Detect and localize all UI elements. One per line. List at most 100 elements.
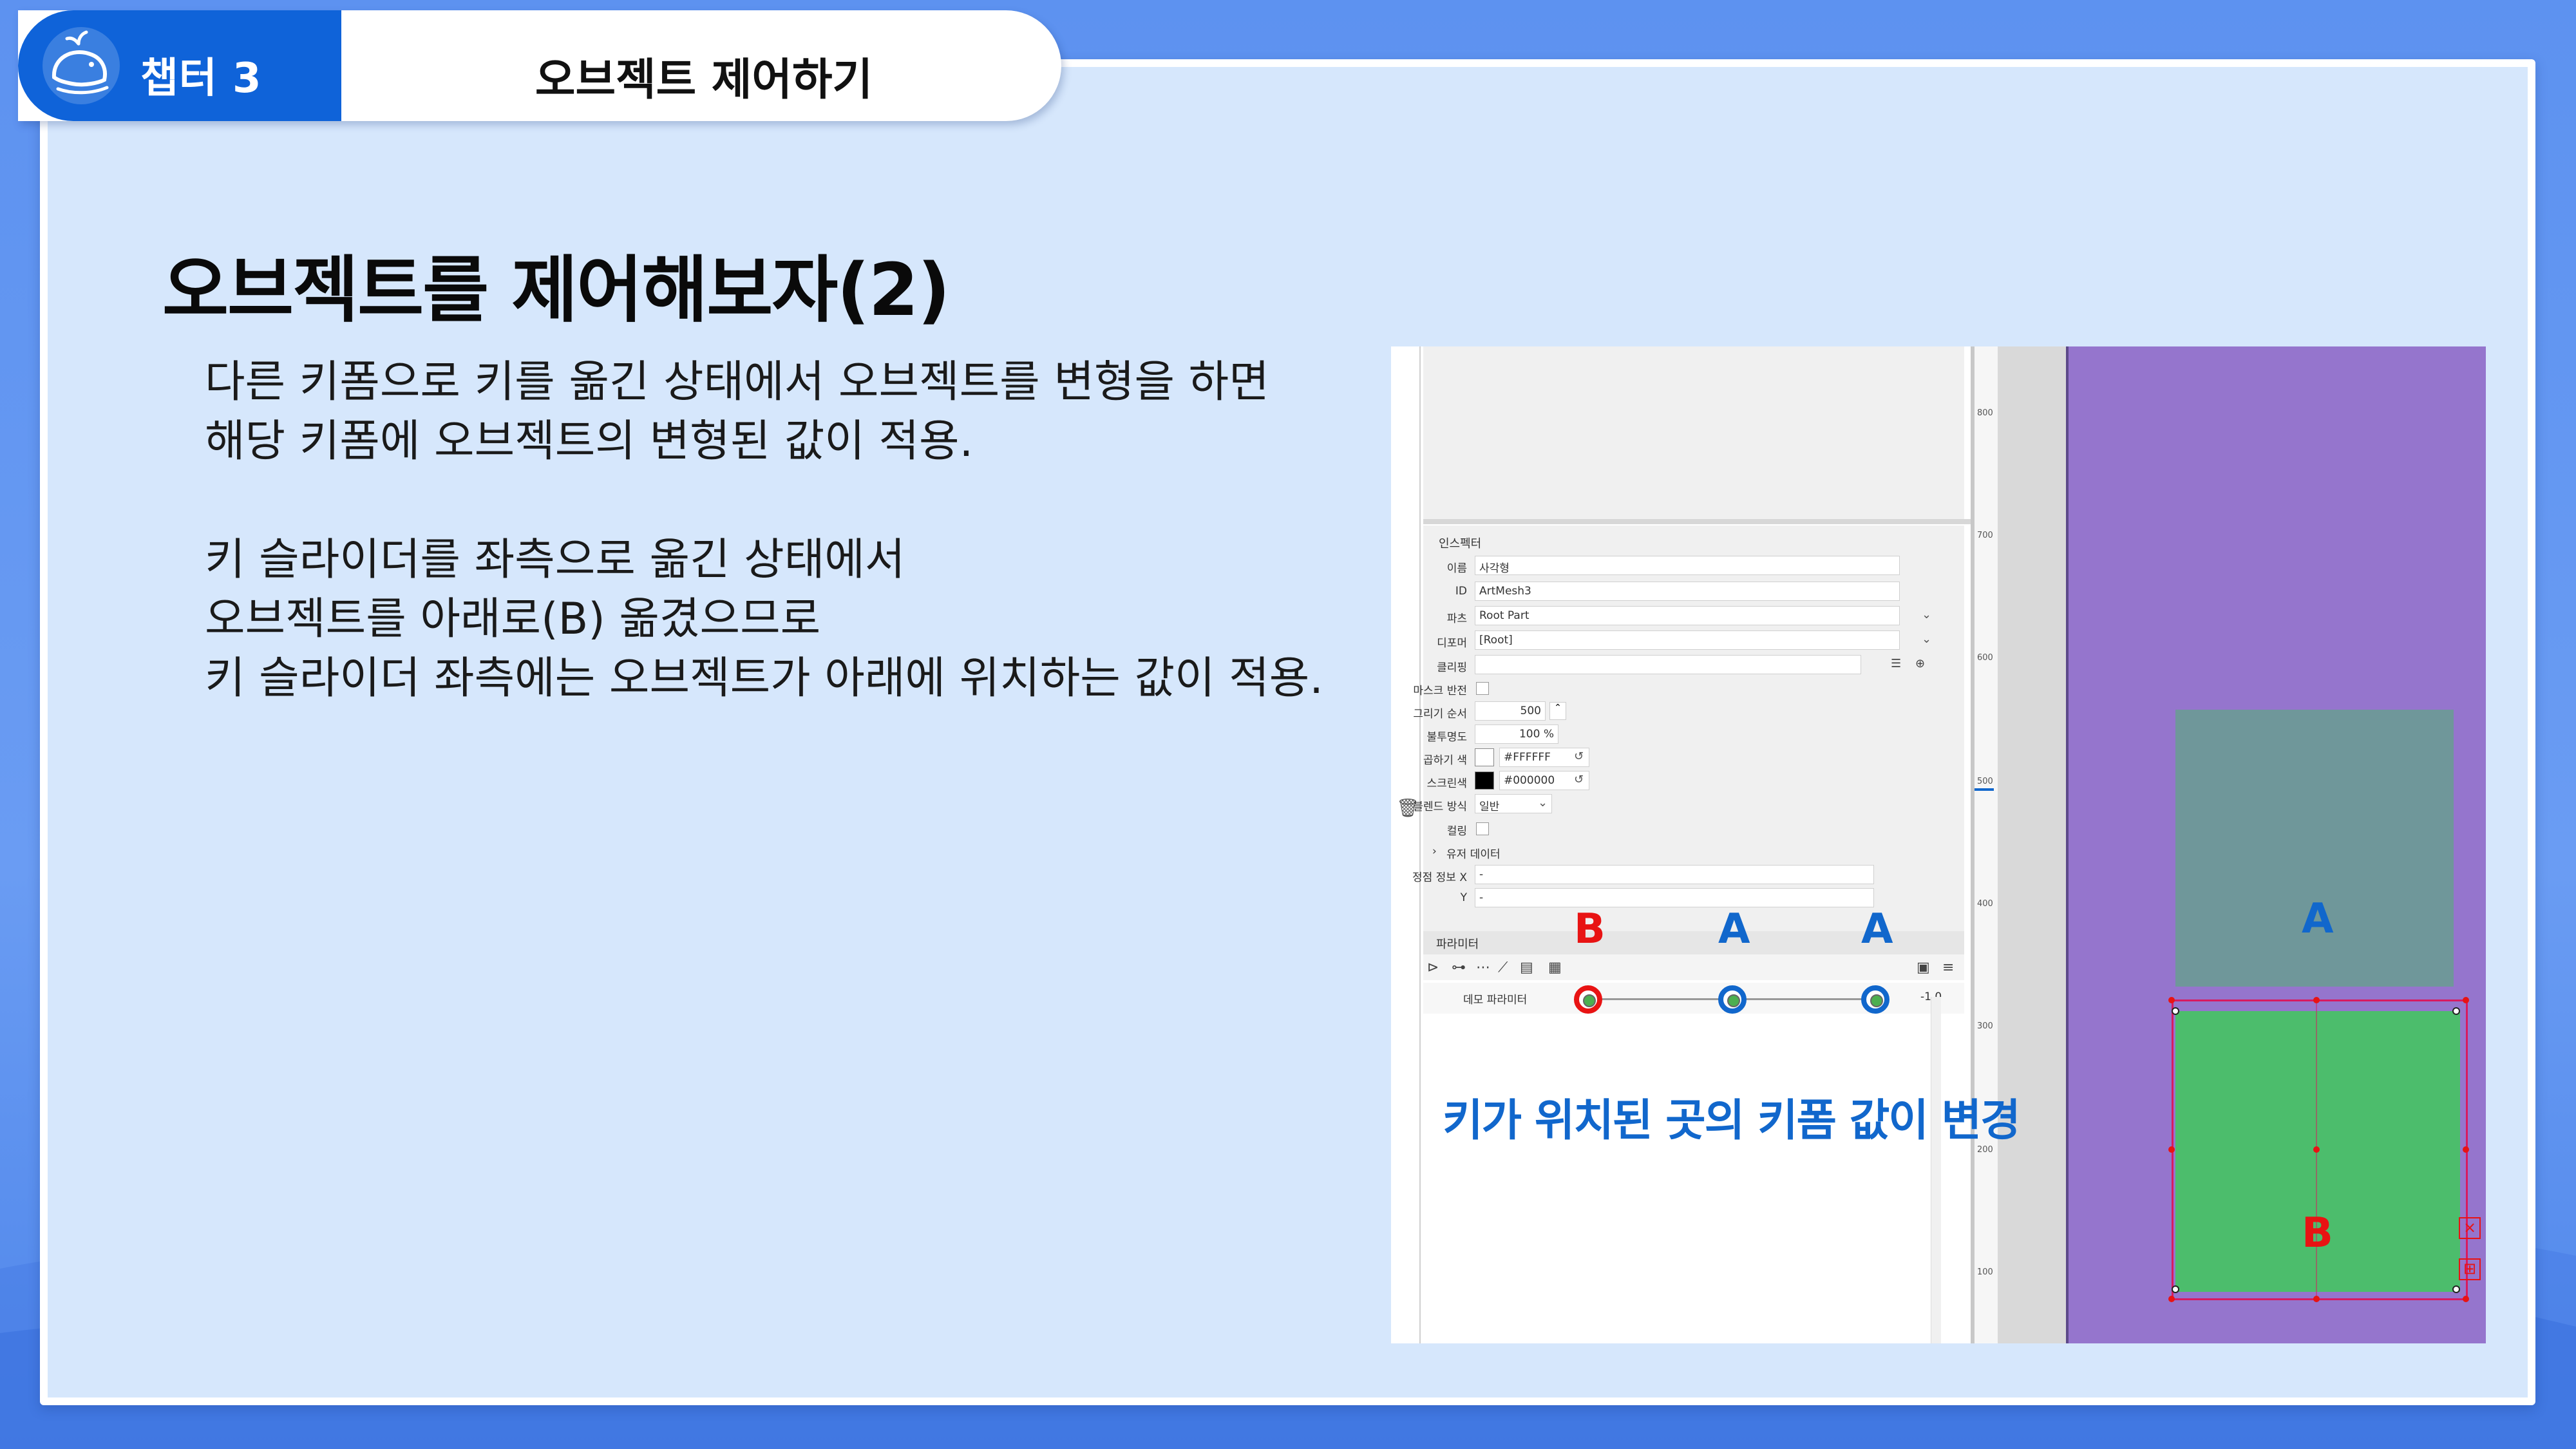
callout-text: 키가 위치된 곳의 키폼 값이 변경	[1443, 1095, 2021, 1146]
slide-body: 다른 키폼으로 키를 옮긴 상태에서 오브젝트를 변형을 하면 해당 키폼에 오…	[205, 353, 1323, 708]
list-icon[interactable]: ☰	[1891, 657, 1901, 670]
vertex-y-field[interactable]: -	[1475, 888, 1874, 907]
inspector-title: 인스펙터	[1439, 537, 1482, 551]
canvas-view[interactable]: A B × ⊞	[2066, 346, 2486, 1343]
chapter-badge: 챕터 3	[18, 10, 341, 121]
transform-handle[interactable]	[2168, 1296, 2175, 1302]
key-point-a[interactable]	[1718, 985, 1747, 1014]
deformer-select[interactable]: [Root]	[1475, 630, 1900, 650]
calendar-icon[interactable]: ▣	[1917, 960, 1930, 976]
target-icon[interactable]: ⊕	[1915, 657, 1925, 670]
keyform-icon[interactable]: ▤	[1520, 960, 1533, 976]
parameter-title: 파라미터	[1436, 938, 1479, 951]
grid-icon[interactable]: ⊞	[2459, 1258, 2481, 1280]
upper-panel	[1423, 346, 1964, 519]
parameter-row[interactable]: 데모 파라미터 -1.0	[1423, 983, 1964, 1014]
id-field[interactable]: ArtMesh3	[1475, 582, 1900, 601]
inspector-row-name: 이름 사각형	[1423, 555, 1964, 576]
stepper-icon[interactable]: ⌃	[1549, 702, 1566, 720]
inspector-row-clipping: 클리핑 ☰ ⊕	[1423, 654, 1964, 675]
parameter-name: 데모 파라미터	[1463, 994, 1528, 1007]
vertex-point[interactable]	[2172, 1285, 2179, 1293]
inspector-row-draw-order: 그리기 순서 500 ⌃	[1413, 701, 1964, 721]
inspector-row-id: ID ArtMesh3	[1423, 581, 1964, 601]
culling-checkbox[interactable]	[1476, 822, 1489, 835]
close-icon[interactable]: ×	[2459, 1217, 2481, 1239]
inspector-row-multiply: 곱하기 색 #FFFFFF ↺	[1423, 747, 1964, 768]
vertical-ruler: 800 700 600 500 400 300 200 100	[1971, 346, 1998, 1343]
label-a: A	[1861, 905, 1893, 953]
chapter-label: 챕터 3	[140, 55, 262, 102]
body-line: 오브젝트를 아래로(B) 옮겼으므로	[205, 594, 821, 645]
screen-color-swatch[interactable]	[1475, 772, 1494, 790]
canvas-margin	[1998, 346, 2066, 1343]
slide-heading: 오브젝트를 제어해보자(2)	[162, 249, 951, 332]
ruler-marker	[1975, 788, 1994, 791]
inspector-row-deformer: 디포머 [Root] ⌄	[1423, 630, 1964, 650]
multiply-color-swatch[interactable]	[1475, 748, 1494, 766]
key-point-b[interactable]	[1574, 985, 1602, 1014]
name-field[interactable]: 사각형	[1475, 556, 1900, 575]
inspector-row-culling: 컬링	[1423, 818, 1964, 838]
link-multi-icon[interactable]: ⋯	[1476, 960, 1490, 976]
pane-border	[1419, 346, 1421, 1343]
curve-icon[interactable]: ⟋	[1498, 960, 1508, 976]
vertex-point[interactable]	[2452, 1285, 2460, 1293]
inspector-row-vertex-x: 정점 정보 X -	[1412, 864, 1964, 885]
key-point-a[interactable]	[1861, 985, 1889, 1014]
canvas-label-a: A	[2302, 895, 2334, 943]
header-title: 오브젝트 제어하기	[535, 55, 873, 106]
inspector-row-opacity: 불투명도 100 %	[1423, 724, 1964, 744]
reset-icon[interactable]: ↺	[1574, 750, 1584, 763]
transform-handle[interactable]	[2168, 997, 2175, 1003]
draw-order-field[interactable]: 500	[1475, 701, 1546, 721]
inspector-row-part: 파츠 Root Part ⌄	[1423, 605, 1964, 626]
vertex-point[interactable]	[2452, 1007, 2460, 1015]
inspector-row-screen: 스크린색 #000000 ↺	[1423, 770, 1964, 791]
transform-handle[interactable]	[2313, 1296, 2320, 1302]
link-icon[interactable]: ⊶	[1452, 960, 1466, 976]
body-line: 키 슬라이더를 좌측으로 옮긴 상태에서	[205, 535, 905, 585]
transform-handle[interactable]	[2463, 1146, 2469, 1153]
selection-edge	[2172, 1298, 2468, 1300]
mask-invert-checkbox[interactable]	[1476, 682, 1489, 695]
transform-handle[interactable]	[2463, 997, 2469, 1003]
grid-icon[interactable]: ▦	[1548, 960, 1562, 976]
panel-divider[interactable]	[1423, 519, 1971, 524]
editor-screenshot: 🗑 인스펙터 이름 사각형 ID ArtMesh3 파츠 Root Part ⌄…	[1391, 346, 2486, 1343]
inspector-row-mask: 마스크 반전	[1413, 677, 1964, 698]
inspector-row-user-data[interactable]: › 유저 데이터	[1423, 841, 1964, 862]
chevron-down-icon[interactable]: ⌄	[1922, 608, 1931, 621]
vertex-x-field[interactable]: -	[1475, 865, 1874, 884]
object-position-a	[2175, 710, 2454, 987]
label-b: B	[1574, 905, 1605, 953]
inspector-panel: 인스펙터 이름 사각형 ID ArtMesh3 파츠 Root Part ⌄ 디…	[1412, 526, 1964, 970]
vertex-point[interactable]	[2172, 1007, 2179, 1015]
parameter-list: 데모 파라미터 -1.0	[1423, 980, 1964, 1343]
play-icon[interactable]: ⊳	[1427, 960, 1439, 976]
label-a: A	[1718, 905, 1750, 953]
transform-handle[interactable]	[2463, 1296, 2469, 1302]
opacity-field[interactable]: 100 %	[1475, 724, 1558, 744]
transform-handle[interactable]	[2313, 1146, 2320, 1153]
canvas-label-b: B	[2302, 1209, 2333, 1257]
transform-handle[interactable]	[2168, 1146, 2175, 1153]
reset-icon[interactable]: ↺	[1574, 773, 1584, 786]
parameter-toolbar: ⊳ ⊶ ⋯ ⟋ ▤ ▦ ▣ ≡	[1423, 954, 1964, 980]
inspector-row-blend: 블렌드 방식 일반 ⌄	[1413, 793, 1964, 814]
chevron-down-icon[interactable]: ⌄	[1922, 632, 1931, 646]
menu-icon[interactable]: ≡	[1942, 960, 1954, 976]
body-line: 해당 키폼에 오브젝트의 변형된 값이 적용.	[205, 416, 974, 467]
part-select[interactable]: Root Part	[1475, 606, 1900, 625]
whale-logo-icon	[43, 27, 120, 104]
trash-icon[interactable]: 🗑	[1396, 797, 1419, 819]
chevron-down-icon[interactable]: ⌄	[1538, 796, 1548, 810]
body-line: 다른 키폼으로 키를 옮긴 상태에서 오브젝트를 변형을 하면	[205, 357, 1269, 408]
transform-handle[interactable]	[2313, 997, 2320, 1003]
chevron-right-icon[interactable]: ›	[1432, 845, 1437, 858]
clipping-field[interactable]	[1475, 655, 1861, 674]
scrollbar[interactable]	[1931, 997, 1941, 1343]
selection-edge	[2172, 999, 2468, 1001]
body-line: 키 슬라이더 좌측에는 오브젝트가 아래에 위치하는 값이 적용.	[205, 653, 1323, 704]
